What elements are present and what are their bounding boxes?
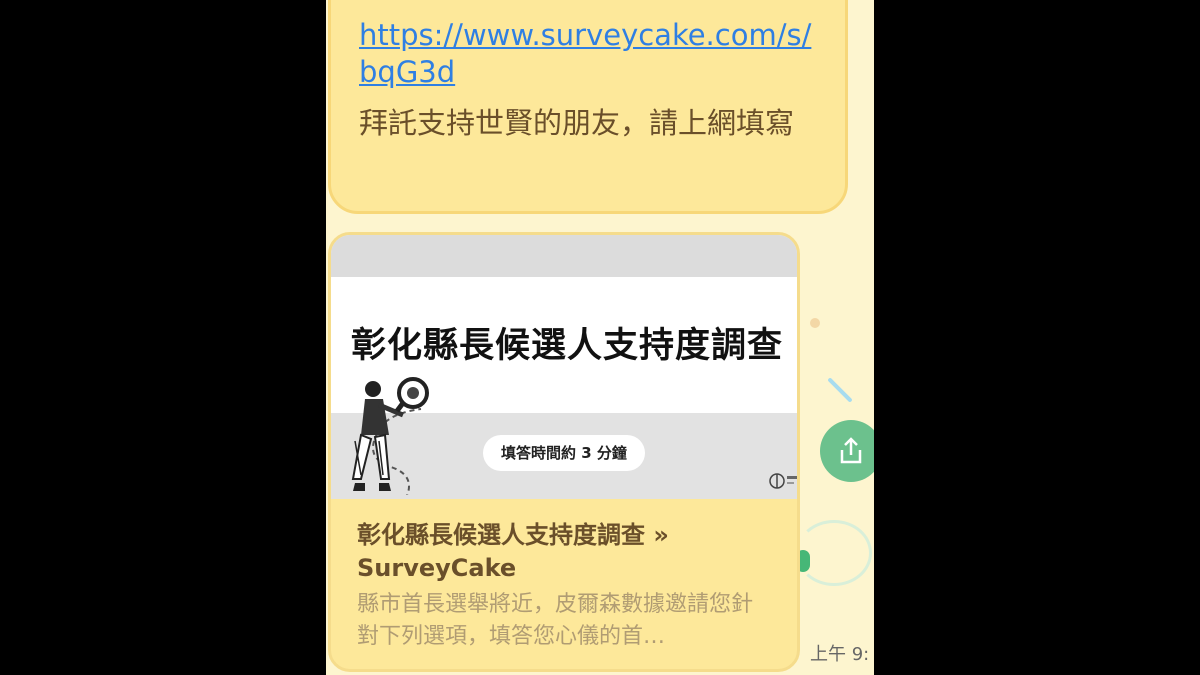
dot-decoration	[810, 318, 820, 328]
share-button[interactable]	[820, 420, 874, 482]
share-icon	[840, 437, 862, 464]
survey-link[interactable]: https://www.surveycake.com/s/bqG3d	[359, 17, 829, 91]
message-bubble: https://www.surveycake.com/s/bqG3d 拜託支持世…	[328, 0, 848, 214]
banner-title: 彰化縣長候選人支持度調查	[350, 326, 783, 366]
chat-screen: ★ https://www.surveycake.com/s/bqG3d 拜託支…	[326, 0, 874, 675]
link-preview-card[interactable]: 彰化縣長候選人支持度調查 填答時間約 3 分鐘 彰化縣長候選人支持度調查 » S…	[328, 232, 800, 672]
person-magnifier-illustration-icon	[351, 377, 429, 495]
message-timestamp: 上午 9:	[810, 644, 870, 665]
preview-description: 縣市首長選舉將近，皮爾森數據邀請您針對下列選項，填答您心儀的首…	[357, 592, 754, 649]
preview-image: 彰化縣長候選人支持度調查 填答時間約 3 分鐘	[331, 235, 797, 499]
pearson-logo-icon	[769, 473, 797, 489]
line-decoration	[827, 377, 853, 403]
preview-title: 彰化縣長候選人支持度調查 » SurveyCake	[357, 521, 669, 582]
message-text: 拜託支持世賢的朋友，請上網填寫	[359, 106, 795, 140]
duration-badge: 填答時間約 3 分鐘	[483, 435, 645, 471]
